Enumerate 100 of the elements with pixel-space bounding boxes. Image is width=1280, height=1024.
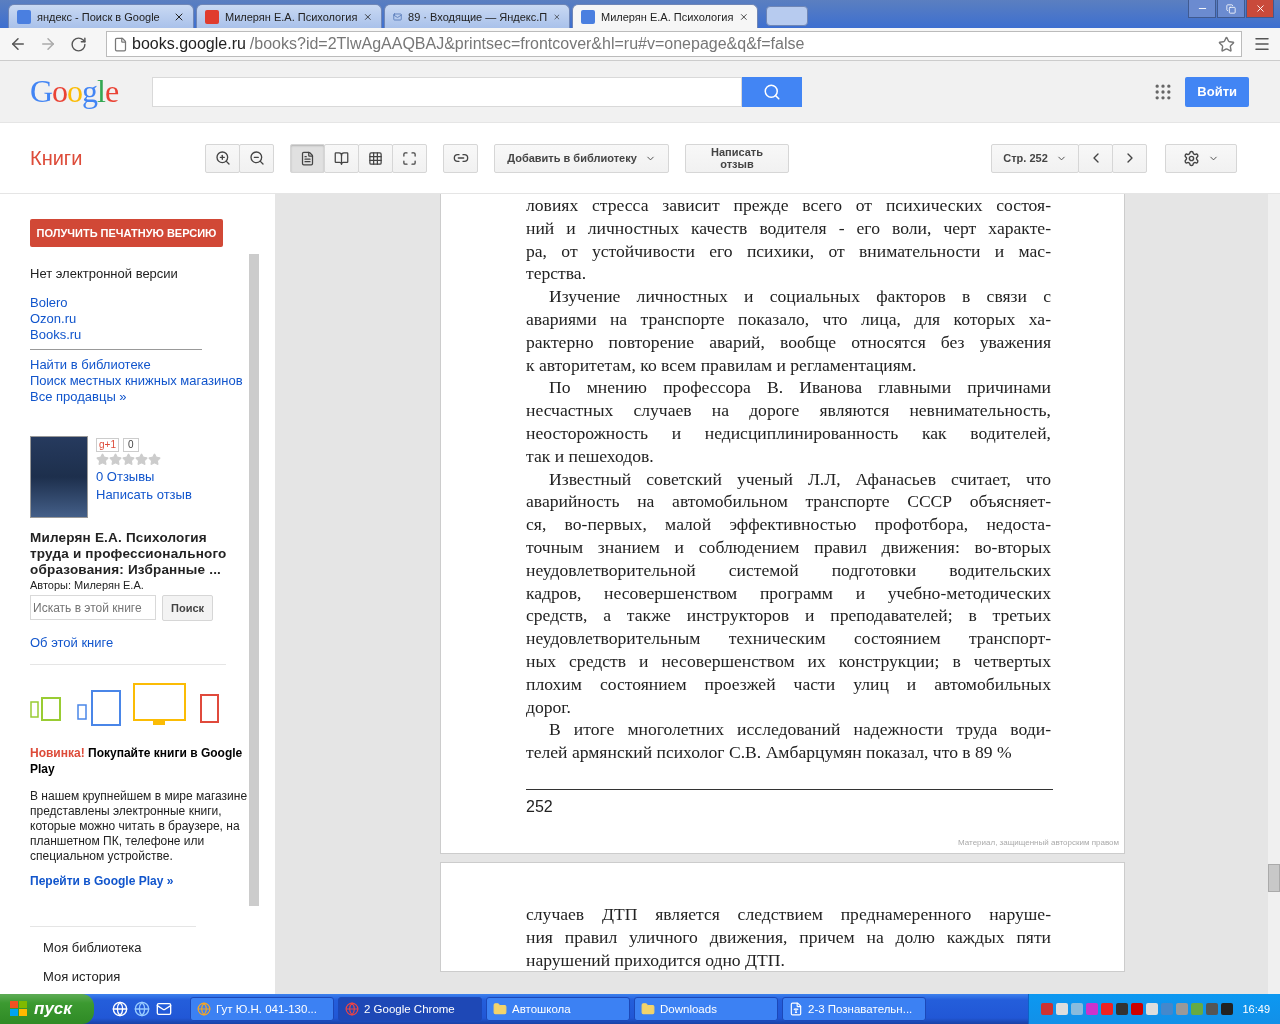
text-line: Изучение личностных и социальных факторов в связи с <box>548 285 1051 308</box>
text-line: аварийность на автомобильном транспорте СССР объясняет- <box>526 490 1051 514</box>
arrow-right-icon <box>39 35 57 53</box>
text-line: ний и личностных качеств водителя - его воли, черт характе- <box>526 216 1051 240</box>
link-button[interactable] <box>443 143 478 173</box>
add-to-library-button[interactable]: Добавить в библиотеку <box>494 143 669 173</box>
fullscreen-icon <box>402 150 417 166</box>
text-line: неосторожность и недисциплинированность как водителей, <box>526 421 1051 445</box>
nav-link[interactable]: Моя библиотека <box>43 940 196 956</box>
book-search-button[interactable]: Поиск <box>162 595 213 621</box>
next-page-button[interactable] <box>1112 143 1147 173</box>
plus-one-button[interactable]: g+1 <box>96 438 119 452</box>
taskbar-button[interactable]: Downloads <box>634 997 778 1021</box>
page-selector[interactable]: Стр. 252 <box>991 143 1079 173</box>
browser-tab[interactable]: 89 · Входящие — Яндекс.П <box>384 4 570 28</box>
text-line: телей армянский психолог С.В. Амбарцумян показал, что в 89 % <box>526 741 1013 764</box>
text-line: рактерно повторение аварий, вообще относятся без уважения <box>526 330 1051 354</box>
browser-tab[interactable]: Милерян Е.А. Психология <box>196 4 382 28</box>
star-icon <box>109 453 122 466</box>
text-line: Известный советский ученый Л.Л, Афанасьев считает, что <box>548 467 1051 491</box>
text-line: средств, а также инструкторов и преподавателей; в третьих <box>526 604 1051 628</box>
envelope-icon[interactable] <box>156 1001 172 1017</box>
text-line: к авторитетам, ко всем правилам и регламентациям. <box>526 353 918 377</box>
google-play-link[interactable]: Перейти в Google Play » <box>30 873 249 889</box>
zoom-in-icon <box>214 150 231 166</box>
star-icon <box>148 453 161 466</box>
store-link[interactable]: Найти в библиотеке <box>30 357 249 373</box>
star-icon[interactable] <box>1218 35 1235 53</box>
browser-tab[interactable]: яндекс - Поиск в Google <box>8 4 194 28</box>
reviews-link[interactable]: 0 Отзывы <box>96 469 192 485</box>
favicon-icon <box>581 9 595 24</box>
tray-icon[interactable] <box>1116 1003 1129 1015</box>
promo-text: В нашем крупнейшем в мире магазине представлены электронные книги, которые можно читать в браузере, на планшетном ПК, телефоне или специальном устройстве. <box>30 789 249 864</box>
tray-icon[interactable] <box>1131 1003 1144 1015</box>
text-line: неудовлетворительной системой подготовки водительских <box>526 558 1051 582</box>
taskbar-button[interactable]: 2 Google Chrome <box>338 997 482 1021</box>
previous-page-button[interactable] <box>1078 143 1113 173</box>
seller-link[interactable]: Ozon.ru <box>30 311 249 327</box>
text-line: так и пешеходов. <box>526 444 655 468</box>
page-icon <box>113 36 128 52</box>
globe-icon <box>345 1002 359 1016</box>
text-line: В итоге многолетних исследований надежности труда води- <box>548 718 1051 742</box>
reload-button[interactable] <box>68 34 88 54</box>
about-book-link[interactable]: Об этой книге <box>30 635 249 651</box>
books-title[interactable]: Книги <box>30 146 206 170</box>
new-tab-button[interactable] <box>766 6 808 26</box>
start-button[interactable]: пуск <box>0 994 94 1024</box>
scrollbar-thumb[interactable] <box>1268 864 1280 892</box>
star-icon <box>96 453 109 466</box>
folder-icon <box>641 1002 655 1016</box>
search-field[interactable] <box>152 76 742 107</box>
two-page-icon <box>334 150 349 166</box>
taskbar-button[interactable]: 2-3 Познавательн... <box>782 997 926 1021</box>
get-print-button[interactable]: ПОЛУЧИТЬ ПЕЧАТНУЮ ВЕРСИЮ <box>30 219 223 247</box>
globe-icon[interactable] <box>134 1001 150 1017</box>
view-mode-button[interactable] <box>324 143 359 173</box>
seller-link[interactable]: Books.ru <box>30 327 249 343</box>
settings-icon <box>1183 149 1200 167</box>
text-line: нарушений приходится одно ДТП. <box>526 948 786 972</box>
store-link[interactable]: Все продавцы » <box>30 389 249 405</box>
settings-button[interactable] <box>1165 143 1237 173</box>
sign-in-button[interactable]: Войти <box>1185 76 1249 107</box>
tray-icon[interactable] <box>1206 1003 1219 1015</box>
write-review-button[interactable]: Написать отзыв <box>685 143 789 173</box>
tray-icon[interactable] <box>1056 1003 1069 1015</box>
view-mode-button[interactable] <box>358 143 393 173</box>
zoom-in-button[interactable] <box>205 143 240 173</box>
seller-link[interactable]: Bolero <box>30 295 249 311</box>
nav-link[interactable]: Моя история <box>43 969 196 985</box>
close-button[interactable] <box>1246 0 1274 18</box>
book-cover-image[interactable] <box>30 436 88 518</box>
browser-tab[interactable]: Милерян Е.А. Психология <box>572 4 758 28</box>
page-number: 252 <box>526 797 554 816</box>
store-link[interactable]: Поиск местных книжных магазинов <box>30 373 249 389</box>
tray-icon[interactable] <box>1221 1003 1234 1015</box>
text-line: По мнению профессора В. Иванова главными причинами <box>548 376 1051 400</box>
single-page-icon <box>300 150 315 166</box>
taskbar-button[interactable]: Автошкола <box>486 997 630 1021</box>
reload-icon <box>69 35 87 53</box>
search-button[interactable] <box>742 76 802 107</box>
sidebar-scrollbar[interactable] <box>249 254 259 906</box>
grid-icon <box>368 150 383 166</box>
menu-icon <box>1253 35 1271 53</box>
clock-text: 16:49 <box>1242 1003 1270 1015</box>
minimize-button[interactable] <box>1188 0 1216 18</box>
address-bar[interactable]: books.google.ru /books?id=2TlwAgAAQBAJ&printsec=frontcover&hl=ru#v=onepage&q&f=false <box>106 31 1242 57</box>
zoom-out-button[interactable] <box>239 143 274 173</box>
tray-icon[interactable] <box>1146 1003 1159 1015</box>
text-line: несчастных случаев на дороге являются невнимательность, <box>526 399 1051 422</box>
taskbar-button[interactable]: Гут Ю.Н. 041-130... <box>190 997 334 1021</box>
copyright-note: Материал, защищенный авторским правом <box>957 837 1119 847</box>
view-mode-button[interactable] <box>290 143 325 173</box>
book-search-field[interactable]: Искать в этой книге <box>30 595 156 620</box>
restore-button[interactable] <box>1217 0 1245 18</box>
write-review-link[interactable]: Написать отзыв <box>96 487 192 503</box>
text-line: терства. <box>526 262 588 286</box>
plus-one-count: 0 <box>122 438 139 452</box>
text-line: случаев ДТП является следствием преднамеренного наруше- <box>526 902 1051 926</box>
globe-icon <box>197 1002 211 1016</box>
text-line: ловиях стресса зависит прежде всего от психических состоя- <box>526 194 1051 217</box>
